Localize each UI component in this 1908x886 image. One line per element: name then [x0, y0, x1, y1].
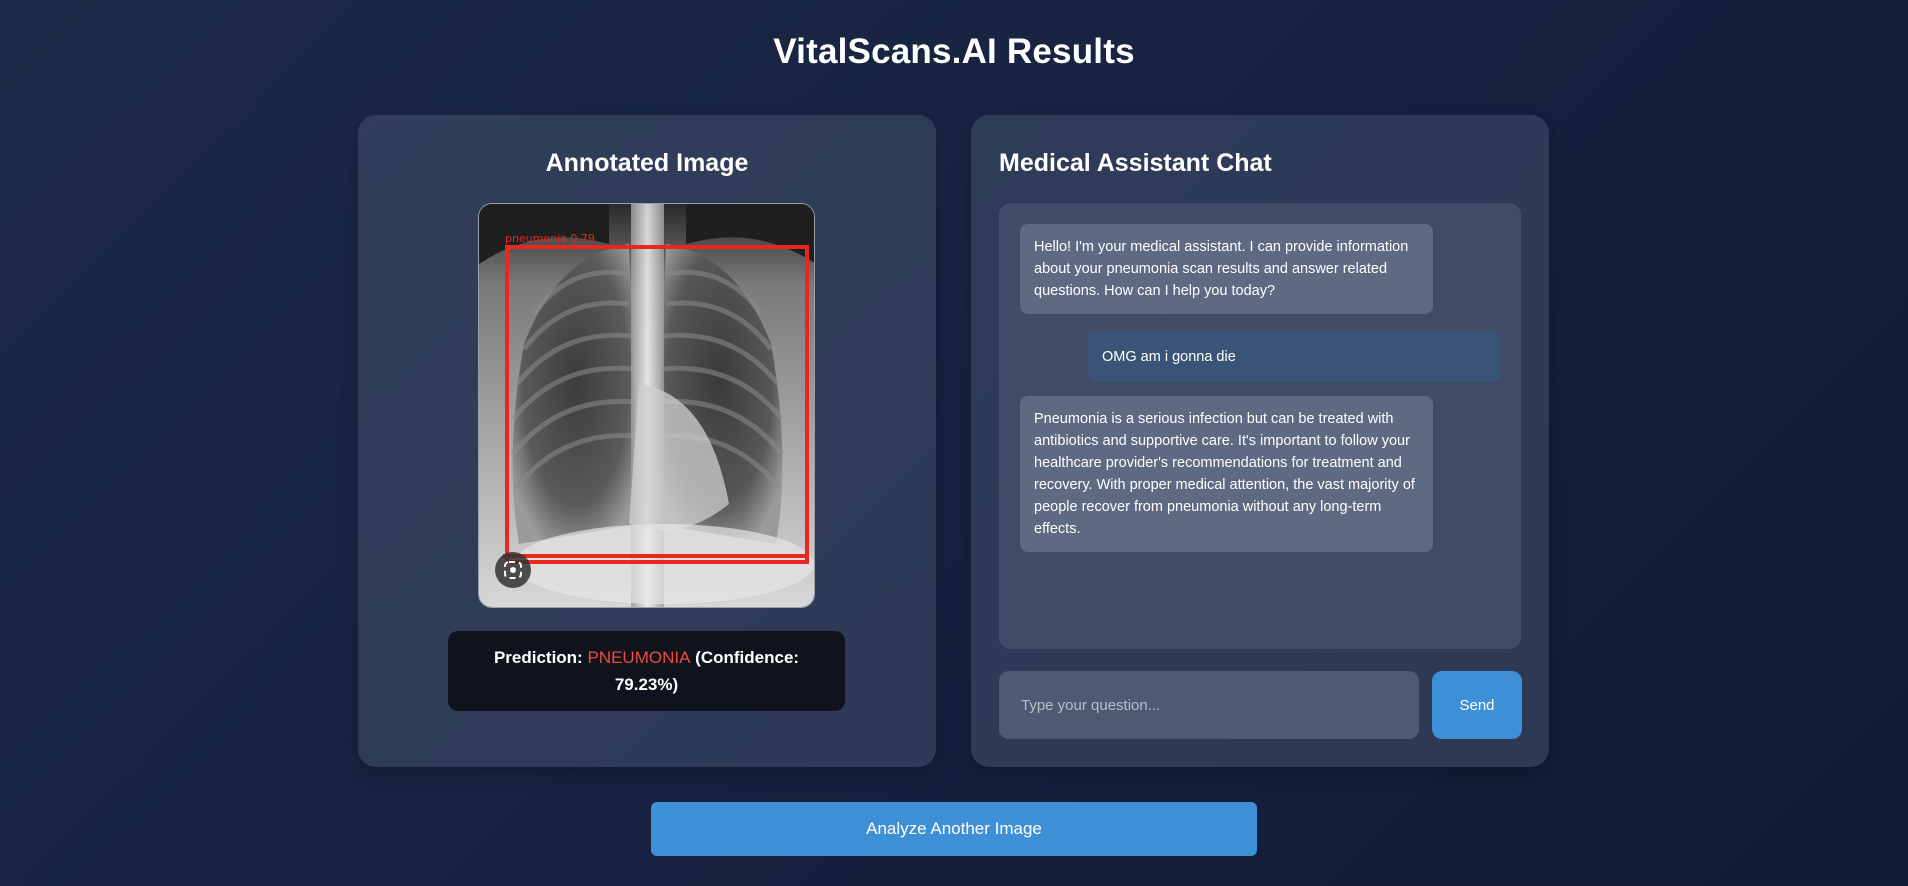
xray-image: pneumonia 0.79 [478, 203, 815, 608]
send-button[interactable]: Send [1432, 671, 1522, 739]
chat-title: Medical Assistant Chat [999, 149, 1272, 177]
annotated-image-title: Annotated Image [545, 149, 749, 177]
prediction-text: Prediction: PNEUMONIA (Confidence: 79.23… [488, 644, 805, 698]
prediction-label: Prediction: [493, 648, 583, 667]
assistant-message: Pneumonia is a serious infection but can… [1020, 396, 1433, 552]
lens-icon[interactable] [495, 552, 531, 588]
annotated-image-panel: Annotated Image pneumonia 0.79 Predictio… [358, 115, 936, 767]
analyze-another-button[interactable]: Analyze Another Image [651, 802, 1257, 856]
prediction-result: Prediction: PNEUMONIA (Confidence: 79.23… [448, 631, 845, 711]
bbox-label: pneumonia 0.79 [505, 232, 595, 245]
assistant-message: Hello! I'm your medical assistant. I can… [1020, 224, 1433, 314]
page-title: VitalScans.AI Results [773, 32, 1135, 71]
chat-messages[interactable]: Hello! I'm your medical assistant. I can… [999, 203, 1521, 649]
question-input[interactable] [999, 671, 1419, 739]
prediction-value: PNEUMONIA [587, 648, 691, 667]
user-message: OMG am i gonna die [1088, 332, 1500, 382]
xray-svg: pneumonia 0.79 [479, 204, 814, 607]
chat-panel: Medical Assistant Chat Hello! I'm your m… [971, 115, 1549, 767]
